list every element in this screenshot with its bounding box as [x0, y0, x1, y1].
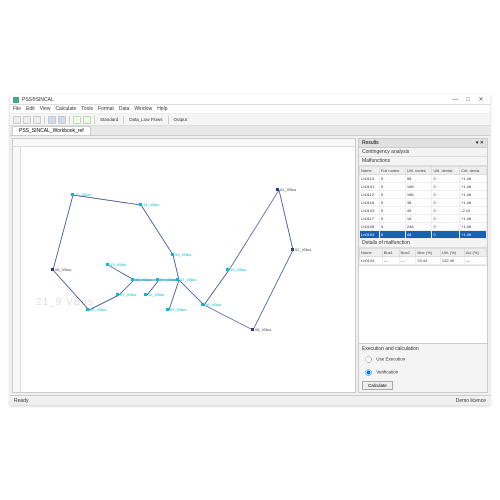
bus-node[interactable]: 17_VBus — [176, 277, 196, 282]
table-row[interactable]: Ln01045480+1.06 — [360, 231, 487, 239]
status-left: Ready — [14, 398, 28, 404]
bus-node[interactable]: 07_VBus — [116, 292, 136, 297]
table-row[interactable]: Ln011251860+1.06 — [360, 191, 487, 199]
toolbar: Standard Data_Low Flows Output — [10, 114, 490, 126]
tool-save-icon[interactable] — [33, 116, 41, 124]
results-section1: Malfunctions — [359, 157, 487, 166]
details-table[interactable]: NameBus1Bus2Iline (%)Util. (%)ΔU (%) Ln0… — [359, 248, 487, 265]
toolbar-separator — [44, 116, 45, 124]
bus-node[interactable]: 01_VBus — [276, 187, 296, 192]
results-header: Results ▾ ✕ — [359, 139, 487, 148]
bus-node[interactable]: 10_VBus — [226, 267, 246, 272]
menu-edit[interactable]: Edit — [26, 106, 35, 112]
app-icon — [13, 97, 19, 103]
calculate-button[interactable]: Calculate — [362, 381, 393, 390]
bus-node[interactable]: 13_VBus — [106, 262, 126, 267]
col-header[interactable]: Name — [360, 167, 380, 175]
results-spacer — [359, 265, 487, 343]
menu-format[interactable]: Format — [98, 106, 114, 112]
bus-node[interactable]: 04_VBus — [156, 277, 176, 282]
bus-node[interactable]: 06_VBus — [51, 267, 71, 272]
malfunctions-table[interactable]: NameFull nodesUtil. nodesUtil. deviat.Cr… — [359, 166, 487, 239]
menu-calculate[interactable]: Calculate — [55, 106, 76, 112]
bus-node[interactable]: 08_VBus — [251, 327, 271, 332]
table-row[interactable]: Ln01145580+1.06 — [360, 175, 487, 183]
calc-opt2[interactable]: Verification — [362, 366, 484, 379]
menu-file[interactable]: File — [13, 106, 21, 112]
toolbar-separator — [94, 116, 95, 124]
bus-node[interactable]: 15_VBus — [86, 307, 106, 312]
calc-opt1[interactable]: Use Execution — [362, 353, 484, 366]
bus-node[interactable]: 16_VBus — [201, 302, 221, 307]
tool-open-icon[interactable] — [23, 116, 31, 124]
tool-pan-icon[interactable] — [83, 116, 91, 124]
tool-new-icon[interactable] — [13, 116, 21, 124]
results-panel: Results ▾ ✕ Contingency analysis Malfunc… — [358, 138, 488, 393]
col-header[interactable]: ΔU (%) — [464, 249, 486, 257]
bus-node[interactable]: 11_VBus — [71, 192, 91, 197]
toolbar-separator — [69, 116, 70, 124]
menu-view[interactable]: View — [40, 106, 51, 112]
table-row[interactable]: Ln010852480+1.06 — [360, 223, 487, 231]
toolbar-standard-label[interactable]: Standard — [98, 117, 120, 122]
table-row[interactable]: Ln01175180+1.06 — [360, 215, 487, 223]
results-title: Results — [362, 140, 379, 146]
close-button[interactable]: ✕ — [475, 96, 487, 104]
calc-section: Execution and calculation Use Execution … — [359, 343, 487, 392]
toolbar-separator — [123, 116, 124, 124]
table-row[interactable]: Ln010151680+1.06 — [360, 183, 487, 191]
menu-tools[interactable]: Tools — [81, 106, 93, 112]
window-title: PSS®SINCAL — [22, 97, 449, 103]
toolbar-separator — [168, 116, 169, 124]
menu-help[interactable]: Help — [157, 106, 167, 112]
body: 21_9 VBus 11_VBus14_VBus03_VBus13_VBus05… — [10, 136, 490, 395]
col-header[interactable]: Util. (%) — [440, 249, 464, 257]
bus-node[interactable]: 02_VBus — [291, 247, 311, 252]
minimize-button[interactable]: — — [449, 96, 461, 104]
tool-redo-icon[interactable] — [58, 116, 66, 124]
titlebar: PSS®SINCAL — □ ✕ — [10, 95, 490, 105]
col-header[interactable]: Util. deviat. — [432, 167, 460, 175]
col-header[interactable]: Full nodes — [379, 167, 405, 175]
table-row[interactable]: Ln01035450-2.19 — [360, 207, 487, 215]
menu-window[interactable]: Window — [134, 106, 152, 112]
horizontal-ruler — [13, 139, 355, 147]
col-header[interactable]: Util. nodes — [405, 167, 432, 175]
calc-title: Execution and calculation — [362, 346, 484, 352]
statusbar: Ready Demo licence — [10, 395, 490, 405]
tool-zoom-icon[interactable] — [73, 116, 81, 124]
menubar: File Edit View Calculate Tools Format Da… — [10, 105, 490, 114]
app-window: PSS®SINCAL — □ ✕ File Edit View Calculat… — [10, 95, 490, 405]
bus-node[interactable]: 05_VBus — [131, 277, 151, 282]
results-section2: Details of malfunction — [359, 239, 487, 248]
col-header[interactable]: Bus1 — [382, 249, 399, 257]
toolbar-output-label[interactable]: Output — [172, 117, 190, 122]
maximize-button[interactable]: □ — [462, 96, 474, 104]
col-header[interactable]: Iline (%) — [416, 249, 441, 257]
tool-undo-icon[interactable] — [48, 116, 56, 124]
col-header[interactable]: Crit. devia. — [460, 167, 487, 175]
col-header[interactable]: Bus2 — [399, 249, 416, 257]
table-row[interactable]: Ln01185380+1.06 — [360, 199, 487, 207]
toolbar-datalowflows-label[interactable]: Data_Low Flows — [127, 117, 164, 122]
tab-workbook[interactable]: PSS_SINCAL_Workbook_ref — [12, 126, 91, 135]
document-tabbar: PSS_SINCAL_Workbook_ref — [10, 126, 490, 136]
vertical-ruler — [13, 147, 21, 392]
menu-data[interactable]: Data — [119, 106, 130, 112]
status-right: Demo licence — [456, 398, 486, 404]
bus-node[interactable]: 03_VBus — [171, 252, 191, 257]
diagram-pane: 21_9 VBus 11_VBus14_VBus03_VBus13_VBus05… — [12, 138, 356, 393]
col-header[interactable]: Name — [360, 249, 383, 257]
bus-node[interactable]: 12_VBus — [144, 292, 164, 297]
panel-menu-icon[interactable]: ▾ ✕ — [476, 140, 484, 146]
table-row[interactable]: Ln0104——23.44132.49— — [360, 257, 487, 265]
results-subtitle: Contingency analysis — [359, 148, 487, 157]
window-controls: — □ ✕ — [449, 96, 487, 104]
network-canvas[interactable]: 21_9 VBus 11_VBus14_VBus03_VBus13_VBus05… — [21, 147, 355, 392]
bus-node[interactable]: 09_VBus — [166, 307, 186, 312]
bus-node[interactable]: 14_VBus — [139, 202, 159, 207]
